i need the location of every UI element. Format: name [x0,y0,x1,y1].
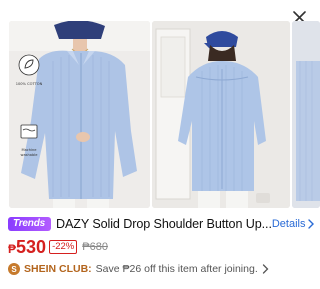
discount-badge: -22% [49,240,78,254]
club-text: Save ₱26 off this item after joining. [95,263,258,275]
image-gallery[interactable]: 100% COTTON Machine washable [0,21,320,208]
wash-badge-text: Machine washable [20,148,38,157]
details-link[interactable]: Details [272,218,316,230]
current-price: ₱530 [8,237,46,258]
product-image-front[interactable]: 100% COTTON Machine washable [9,21,150,208]
product-title-row: Trends DAZY Solid Drop Shoulder Button U… [8,215,315,233]
price-row: ₱530 -22% ₱680 [8,236,108,258]
partial-shirt-illustration [292,21,320,208]
price-currency: ₱ [8,241,17,256]
shein-club-banner[interactable]: S SHEIN CLUB: Save ₱26 off this item aft… [8,261,269,277]
product-image-back[interactable] [152,21,290,208]
details-label: Details [271,218,306,230]
cotton-badge-text: 100% COTTON [15,82,43,86]
club-label: SHEIN CLUB: [24,263,92,275]
model-back-illustration [152,21,290,208]
price-value: 530 [16,236,47,257]
product-title[interactable]: DAZY Solid Drop Shoulder Button Up... [56,217,272,231]
chevron-right-icon [262,264,269,274]
product-image-next[interactable] [292,21,320,208]
chevron-right-icon [308,219,315,229]
trends-tag[interactable]: Trends [8,217,51,231]
original-price: ₱680 [82,241,108,253]
feature-badges: 100% COTTON Machine washable [13,54,45,157]
club-badge-icon: S [8,263,20,275]
leaf-icon [18,54,40,76]
wash-icon [18,120,40,142]
